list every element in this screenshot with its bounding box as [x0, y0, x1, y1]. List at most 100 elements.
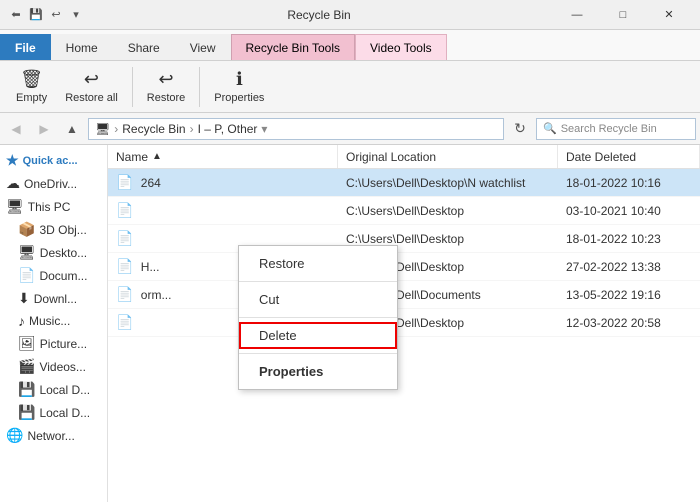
- ribbon: File Home Share View Recycle Bin Tools V…: [0, 30, 700, 113]
- ribbon-empty-recycle[interactable]: 🗑 Empty: [8, 65, 55, 108]
- file-date: 18-01-2022 10:23: [558, 232, 700, 246]
- network-icon: 🌐: [6, 427, 23, 444]
- table-row[interactable]: 📄 264 C:\Users\Dell\Desktop\N watchlist …: [108, 169, 700, 197]
- table-row[interactable]: 📄 H... C:\Users\Dell\Desktop 27-02-2022 …: [108, 253, 700, 281]
- context-menu-delete[interactable]: Delete: [239, 322, 397, 349]
- table-row[interactable]: 📄 C:\Users\Dell\Desktop 12-03-2022 20:58: [108, 309, 700, 337]
- minimize-button[interactable]: —: [554, 0, 600, 30]
- onedrive-icon: ☁: [6, 175, 20, 192]
- sidebar-item-desktop[interactable]: 🖥 Deskto...: [0, 241, 107, 264]
- file-location: C:\Users\Dell\Desktop\N watchlist: [338, 176, 558, 190]
- tab-file[interactable]: File: [0, 34, 51, 60]
- file-list: Name ▲ Original Location Date Deleted 📄 …: [108, 145, 700, 502]
- ribbon-restore-all[interactable]: ↩ Restore all: [57, 65, 126, 108]
- tab-share[interactable]: Share: [113, 34, 175, 60]
- file-icon: 📄: [116, 230, 133, 246]
- sidebar-label-network: Networ...: [27, 429, 74, 443]
- back-button[interactable]: ◀: [4, 117, 28, 141]
- 3d-objects-icon: 📦: [18, 221, 35, 238]
- file-name: 📄 264: [108, 174, 338, 191]
- ribbon-tabs: File Home Share View Recycle Bin Tools V…: [0, 30, 700, 60]
- file-icon: 📄: [116, 314, 133, 330]
- path-icon: 🖥: [95, 122, 110, 136]
- ribbon-properties[interactable]: ℹ Properties: [206, 65, 272, 108]
- sidebar-label-this-pc: This PC: [28, 200, 71, 214]
- quick-access-star-icon: ★: [6, 152, 19, 169]
- tab-recycle-bin-tools[interactable]: Recycle Bin Tools: [231, 34, 356, 60]
- sidebar-label-pictures: Picture...: [40, 337, 87, 351]
- address-bar: ◀ ▶ ▲ 🖥 › Recycle Bin › I – P, Other ▾ ↻…: [0, 113, 700, 145]
- address-path[interactable]: 🖥 › Recycle Bin › I – P, Other ▾: [88, 118, 504, 140]
- file-date: 18-01-2022 10:16: [558, 176, 700, 190]
- sidebar-item-pictures[interactable]: 🖼 Picture...: [0, 332, 107, 355]
- window-title: Recycle Bin: [84, 8, 554, 22]
- file-icon: 📄: [116, 258, 133, 274]
- context-menu-cut[interactable]: Cut: [239, 286, 397, 313]
- sidebar-item-this-pc[interactable]: 🖥 This PC: [0, 195, 107, 218]
- separator-1: [132, 67, 133, 107]
- window-controls: — □ ✕: [554, 0, 692, 30]
- videos-icon: 🎬: [18, 358, 35, 375]
- sidebar-item-3d-objects[interactable]: 📦 3D Obj...: [0, 218, 107, 241]
- sidebar-item-quick-access[interactable]: ★ Quick ac...: [0, 149, 107, 172]
- music-icon: ♪: [18, 313, 25, 329]
- context-menu-separator-3: [239, 353, 397, 354]
- close-button[interactable]: ✕: [646, 0, 692, 30]
- sidebar-label-documents: Docum...: [39, 269, 87, 283]
- tab-home[interactable]: Home: [51, 34, 113, 60]
- col-header-date[interactable]: Date Deleted: [558, 145, 700, 168]
- main-content: ★ Quick ac... ☁ OneDriv... 🖥 This PC 📦 3…: [0, 145, 700, 502]
- menu-icon: ▾: [68, 7, 84, 23]
- search-box[interactable]: 🔍 Search Recycle Bin: [536, 118, 696, 140]
- sidebar-label-desktop: Deskto...: [40, 246, 87, 260]
- up-button[interactable]: ▲: [60, 117, 84, 141]
- context-menu-separator-2: [239, 317, 397, 318]
- this-pc-icon: 🖥: [6, 198, 24, 215]
- maximize-button[interactable]: □: [600, 0, 646, 30]
- restore-selected-icon: ↩: [158, 69, 173, 90]
- col-header-location[interactable]: Original Location: [338, 145, 558, 168]
- forward-button[interactable]: ▶: [32, 117, 56, 141]
- sidebar-item-videos[interactable]: 🎬 Videos...: [0, 355, 107, 378]
- empty-recycle-icon: 🗑: [20, 69, 43, 90]
- sidebar-item-music[interactable]: ♪ Music...: [0, 310, 107, 332]
- sidebar-item-documents[interactable]: 📄 Docum...: [0, 264, 107, 287]
- refresh-button[interactable]: ↻: [508, 117, 532, 141]
- undo-icon: ↩: [48, 7, 64, 23]
- sidebar-label-quick-access: Quick ac...: [23, 155, 78, 167]
- sidebar-item-network[interactable]: 🌐 Networ...: [0, 424, 107, 447]
- local-disk-c-icon: 💾: [18, 381, 35, 398]
- separator-2: [199, 67, 200, 107]
- table-row[interactable]: 📄 C:\Users\Dell\Desktop 18-01-2022 10:23: [108, 225, 700, 253]
- ribbon-restore-selected[interactable]: ↩ Restore: [139, 65, 194, 108]
- table-row[interactable]: 📄 orm... C:\Users\Dell\Documents 13-05-2…: [108, 281, 700, 309]
- tab-video-tools[interactable]: Video Tools: [355, 34, 447, 60]
- sidebar-label-music: Music...: [29, 314, 70, 328]
- sidebar-item-downloads[interactable]: ⬇ Downl...: [0, 287, 107, 310]
- tab-view[interactable]: View: [175, 34, 231, 60]
- table-row[interactable]: 📄 C:\Users\Dell\Desktop 03-10-2021 10:40: [108, 197, 700, 225]
- path-recycle-bin: Recycle Bin: [122, 122, 185, 136]
- quick-access-icon: ⬅: [8, 7, 24, 23]
- file-icon: 📄: [116, 202, 133, 218]
- sidebar-label-onedrive: OneDriv...: [24, 177, 77, 191]
- context-menu-properties[interactable]: Properties: [239, 358, 397, 385]
- context-menu: Restore Cut Delete Properties: [238, 245, 398, 390]
- sidebar-item-local-disk-d[interactable]: 💾 Local D...: [0, 401, 107, 424]
- search-icon: 🔍: [543, 122, 557, 135]
- context-menu-restore[interactable]: Restore: [239, 250, 397, 277]
- file-date: 03-10-2021 10:40: [558, 204, 700, 218]
- properties-icon: ℹ: [236, 69, 243, 90]
- file-location: C:\Users\Dell\Desktop: [338, 204, 558, 218]
- file-date: 12-03-2022 20:58: [558, 316, 700, 330]
- downloads-icon: ⬇: [18, 290, 30, 307]
- file-list-header: Name ▲ Original Location Date Deleted: [108, 145, 700, 169]
- desktop-icon: 🖥: [18, 244, 36, 261]
- col-header-name[interactable]: Name ▲: [108, 145, 338, 168]
- sidebar-item-onedrive[interactable]: ☁ OneDriv...: [0, 172, 107, 195]
- file-date: 13-05-2022 19:16: [558, 288, 700, 302]
- sidebar: ★ Quick ac... ☁ OneDriv... 🖥 This PC 📦 3…: [0, 145, 108, 502]
- sidebar-label-local-disk-c: Local D...: [39, 383, 90, 397]
- sidebar-item-local-disk-c[interactable]: 💾 Local D...: [0, 378, 107, 401]
- sidebar-label-downloads: Downl...: [34, 292, 77, 306]
